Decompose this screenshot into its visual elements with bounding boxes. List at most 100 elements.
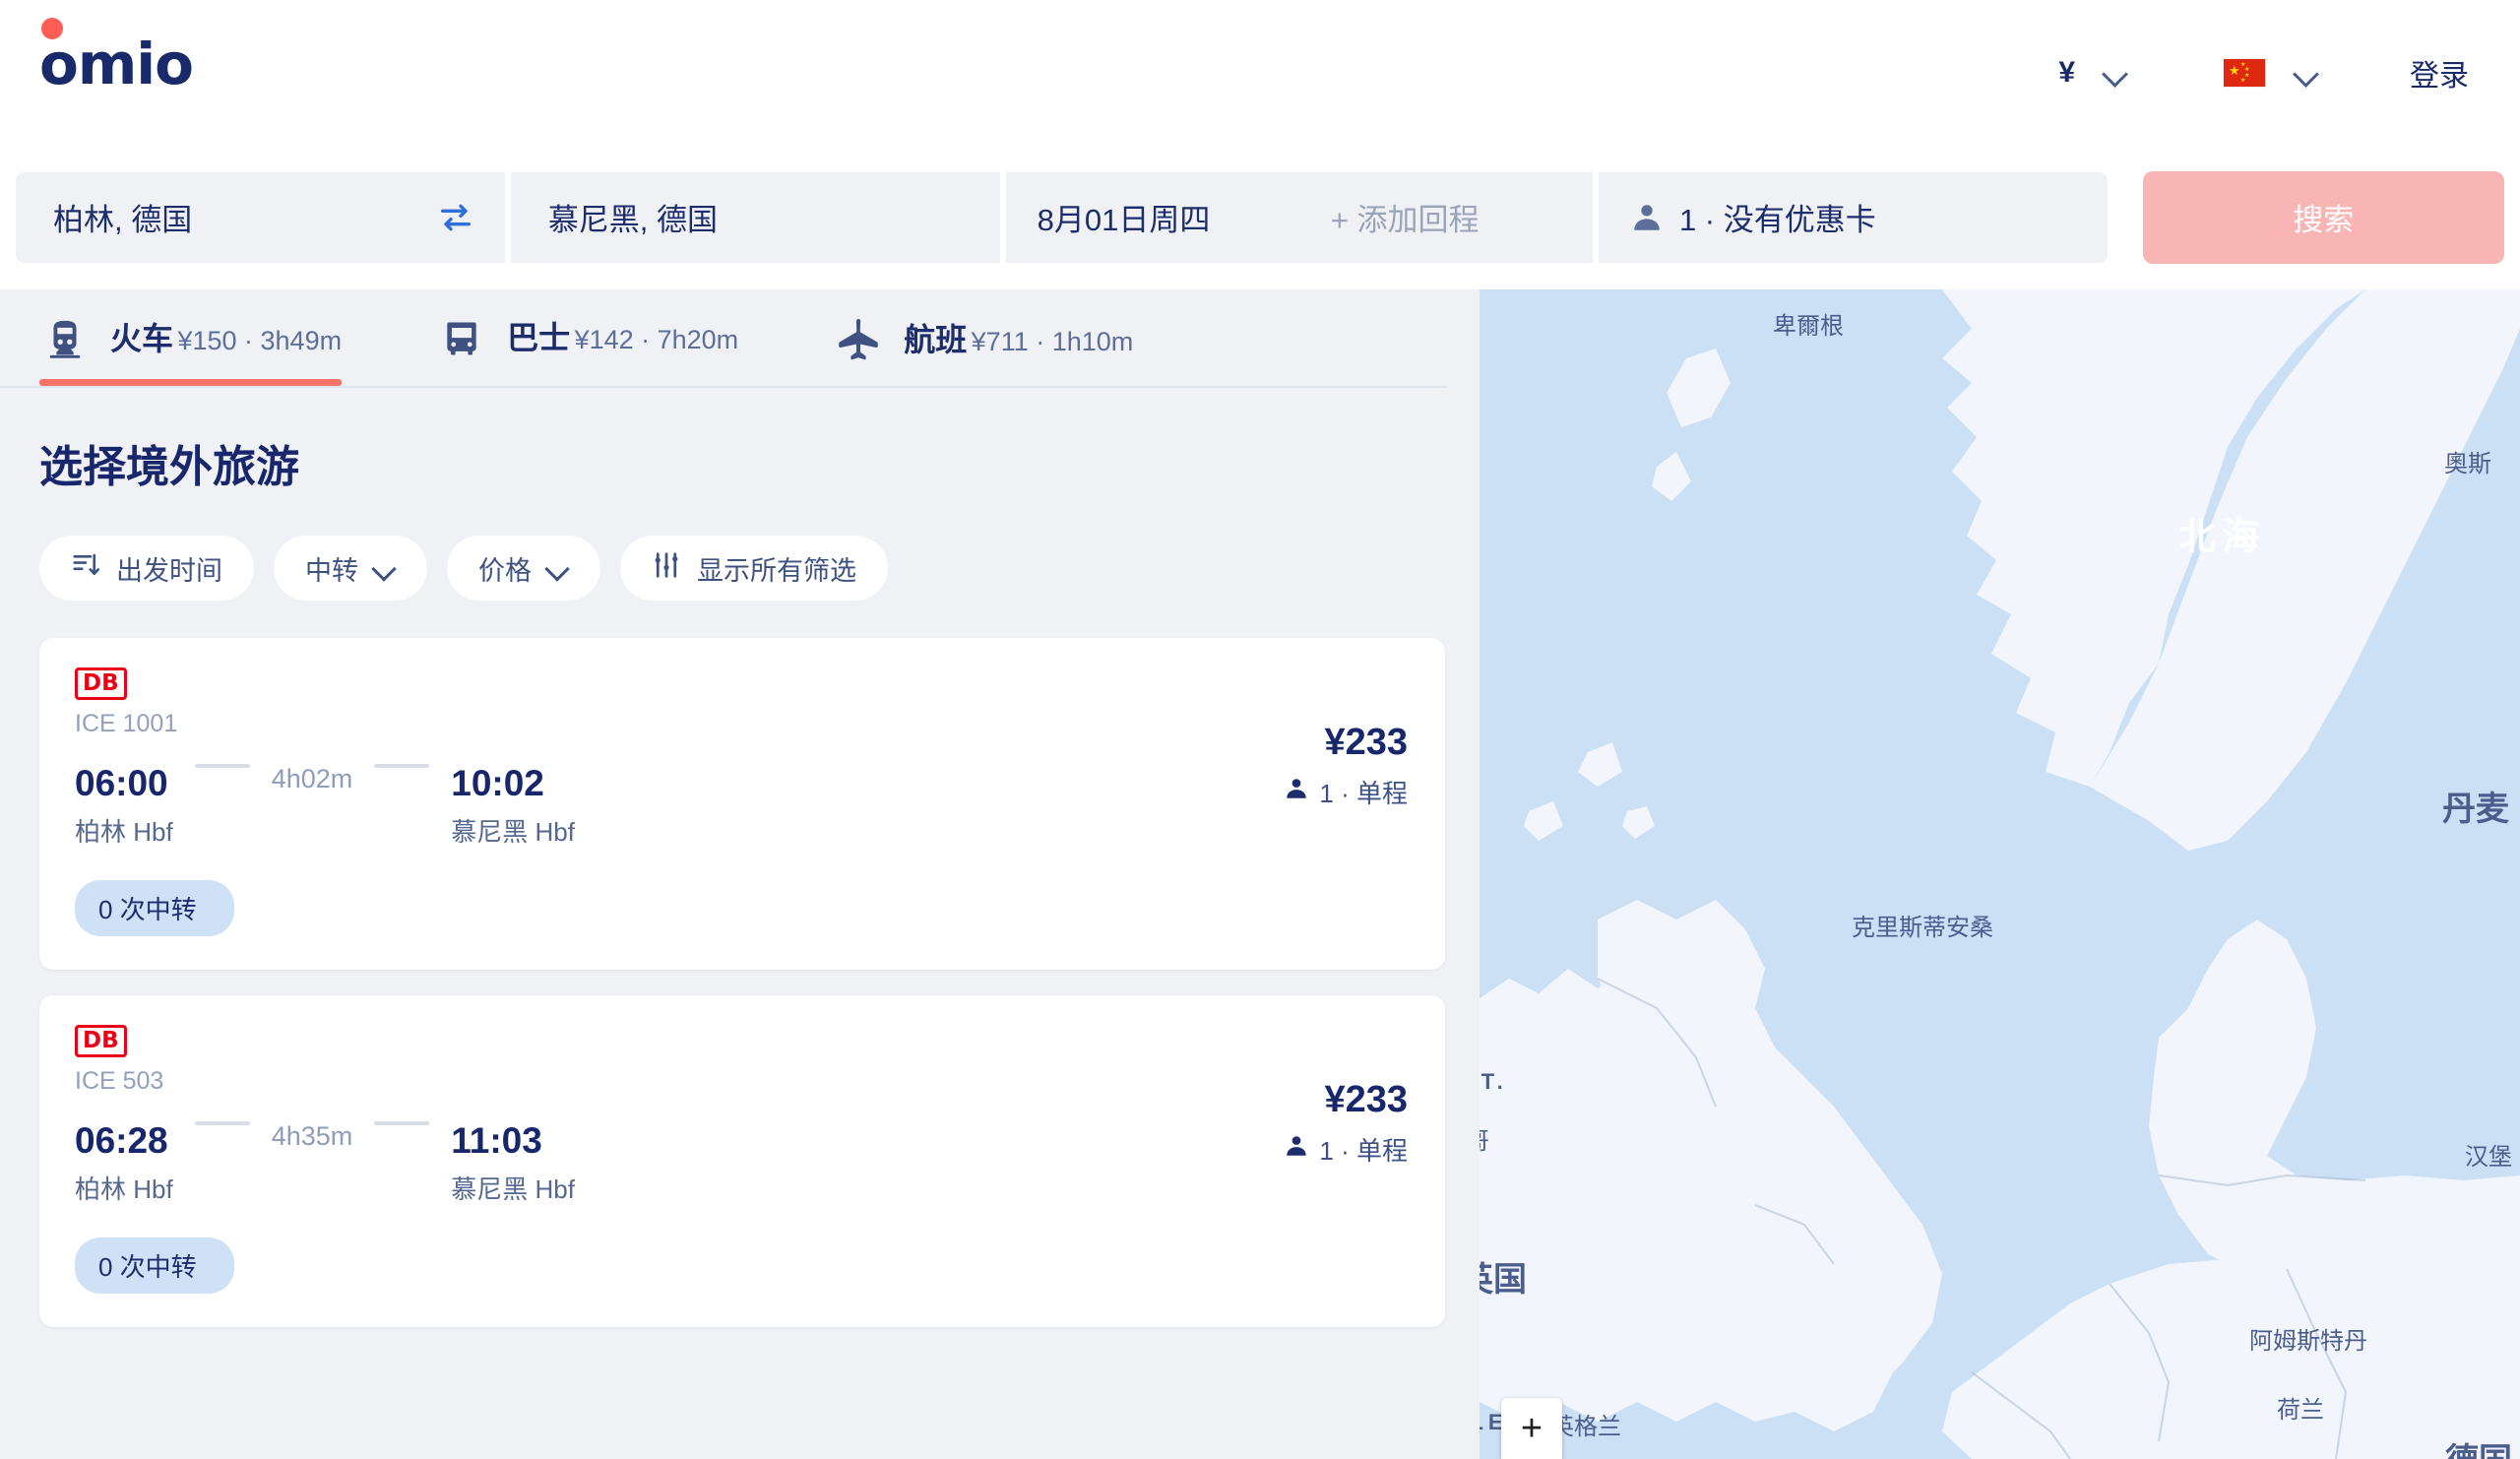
login-button[interactable]: 登录 [2410, 51, 2469, 95]
chevron-down-icon [374, 557, 396, 579]
page-title: 选择境外旅游 [39, 443, 299, 491]
person-icon [1284, 776, 1309, 808]
origin-value: 柏林, 德国 [53, 203, 193, 237]
search-button[interactable]: 搜索 [2142, 170, 2505, 264]
return-date-placeholder: + 添加回程 [1330, 203, 1480, 237]
omio-search-results-page: omio ¥ ★ ★ ★ ★ ★ 登录 柏林, 德国 慕尼黑, 德国 8月01日… [0, 0, 2520, 1459]
arrival-time: 10:02 [451, 763, 544, 804]
passengers-input[interactable]: 1 · 没有优惠卡 [1598, 171, 2108, 263]
person-icon [1630, 201, 1664, 234]
tab-flight-text: 航班 ¥711 · 1h10m [904, 322, 1133, 359]
arrival-block: 10:02 慕尼黑 Hbf [451, 764, 575, 849]
filter-show-all-label: 显示所有筛选 [697, 555, 856, 586]
departure-station: 柏林 Hbf [75, 1174, 173, 1204]
departure-time: 06:00 [75, 763, 168, 804]
journey-duration: 4h02m [271, 764, 353, 794]
journey-row: 06:00 柏林 Hbf 4h02m 10:02 慕尼黑 Hbf [75, 764, 1410, 849]
stops-badge[interactable]: 0 次中转 [75, 879, 234, 936]
stops-badge-label: 0 次中转 [98, 894, 197, 924]
omio-logo[interactable]: omio [39, 18, 194, 97]
plane-icon [833, 317, 884, 364]
site-header: omio ¥ ★ ★ ★ ★ ★ 登录 [0, 0, 2520, 145]
zoom-in-button[interactable]: + [1501, 1398, 1562, 1459]
filter-departure-time-label: 出发时间 [116, 555, 222, 586]
currency-selector[interactable]: ¥ [2058, 55, 2128, 89]
filter-show-all[interactable]: 显示所有筛选 [620, 536, 888, 601]
arrival-time: 11:03 [451, 1120, 542, 1162]
stops-badge-label: 0 次中转 [98, 1251, 197, 1282]
filter-transfers-label: 中转 [305, 555, 358, 586]
currency-label: ¥ [2058, 55, 2075, 89]
chevron-down-icon [547, 557, 569, 579]
train-icon [39, 317, 91, 362]
line-divider [194, 1121, 250, 1126]
results-list: DB ICE 1001 06:00 柏林 Hbf 4h02m 10:02 慕尼黑… [0, 601, 1480, 1327]
line-divider [194, 764, 250, 769]
price-details: 1 · 单程 [1284, 774, 1408, 810]
tab-train-sub: ¥150 · 3h49m [177, 325, 343, 355]
logo-dot-icon [41, 18, 63, 39]
tab-bus-label: 巴士 [507, 319, 571, 355]
departure-date-input[interactable]: 8月01日周四 [1005, 171, 1299, 263]
journey-duration: 4h35m [271, 1121, 353, 1152]
sort-descending-icon [71, 550, 100, 587]
chevron-down-icon [2294, 60, 2319, 86]
tab-flight-label: 航班 [904, 321, 968, 357]
filter-departure-time[interactable]: 出发时间 [39, 536, 254, 601]
price-value: ¥233 [1324, 1078, 1408, 1120]
flag-star-large: ★ [2229, 62, 2240, 78]
price-details-label: 1 · 单程 [1319, 1135, 1408, 1166]
filter-price[interactable]: 价格 [447, 536, 600, 601]
price-details-label: 1 · 单程 [1319, 778, 1408, 808]
transport-mode-tabs: 火车 ¥150 · 3h49m 巴士 ¥142 · 7h20m 航班 ¥711 … [0, 289, 1447, 388]
arrival-block: 11:03 慕尼黑 Hbf [451, 1121, 575, 1206]
person-icon [1284, 1133, 1309, 1166]
china-flag-icon: ★ ★ ★ ★ ★ [2223, 57, 2266, 88]
price-block: ¥233 1 · 单程 [1284, 722, 1408, 810]
search-bar: 柏林, 德国 慕尼黑, 德国 8月01日周四 + 添加回程 1 · 没有优惠卡 [0, 145, 2520, 289]
price-value: ¥233 [1324, 722, 1408, 763]
tab-train-label: 火车 [110, 320, 174, 356]
journey-row: 06:28 柏林 Hbf 4h35m 11:03 慕尼黑 Hbf [75, 1121, 1410, 1206]
departure-block: 06:28 柏林 Hbf [75, 1121, 173, 1206]
sliders-icon [652, 550, 681, 587]
passengers-value: 1 · 没有优惠卡 [1678, 203, 1876, 237]
train-number: ICE 1001 [75, 710, 178, 738]
map-graphic [1480, 289, 2520, 1459]
return-date-input[interactable]: + 添加回程 [1298, 171, 1593, 263]
line-divider [374, 1121, 430, 1126]
price-block: ¥233 1 · 单程 [1284, 1078, 1408, 1168]
map-panel[interactable]: 卑爾根 卑爾根 奧斯 克里斯蒂安桑 北海 SCOT. 格拉斯哥 英国 丹麦 WA… [1480, 289, 2520, 1459]
logo-text: omio [39, 31, 194, 97]
stops-badge[interactable]: 0 次中转 [75, 1237, 234, 1294]
tab-bus-sub: ¥142 · 7h20m [574, 324, 739, 354]
map-zoom-controls: + [1501, 1398, 1562, 1459]
arrival-station: 慕尼黑 Hbf [451, 1174, 575, 1204]
filter-transfers[interactable]: 中转 [274, 536, 427, 601]
tab-bus-text: 巴士 ¥142 · 7h20m [507, 320, 738, 357]
line-divider [374, 764, 430, 769]
tab-train-text: 火车 ¥150 · 3h49m [110, 321, 342, 358]
tab-bus[interactable]: 巴士 ¥142 · 7h20m [436, 289, 738, 382]
carrier-logo-db: DB [75, 667, 127, 701]
swap-arrows-icon[interactable] [436, 198, 475, 237]
destination-value: 慕尼黑, 德国 [547, 203, 719, 237]
tab-train[interactable]: 火车 ¥150 · 3h49m [39, 289, 343, 386]
bus-icon [436, 317, 487, 360]
departure-time: 06:28 [75, 1120, 168, 1162]
origin-input[interactable]: 柏林, 德国 [16, 171, 505, 263]
filter-price-label: 价格 [478, 555, 532, 586]
carrier-logo-db: DB [75, 1024, 127, 1058]
departure-station: 柏林 Hbf [75, 816, 173, 847]
tab-flight[interactable]: 航班 ¥711 · 1h10m [833, 289, 1133, 386]
result-card[interactable]: DB ICE 1001 06:00 柏林 Hbf 4h02m 10:02 慕尼黑… [39, 638, 1445, 970]
train-number: ICE 503 [75, 1067, 164, 1096]
departure-block: 06:00 柏林 Hbf [75, 764, 173, 849]
chevron-down-icon [2103, 60, 2128, 86]
result-card[interactable]: DB ICE 503 06:28 柏林 Hbf 4h35m 11:03 慕尼黑 … [39, 994, 1445, 1327]
language-selector[interactable]: ★ ★ ★ ★ ★ [2128, 57, 2319, 88]
destination-input[interactable]: 慕尼黑, 德国 [510, 171, 1000, 263]
flag-star-small: ★ [2240, 77, 2246, 84]
arrival-station: 慕尼黑 Hbf [451, 816, 575, 847]
filter-bar: 出发时间 中转 价格 显示所有筛选 [0, 494, 1480, 601]
